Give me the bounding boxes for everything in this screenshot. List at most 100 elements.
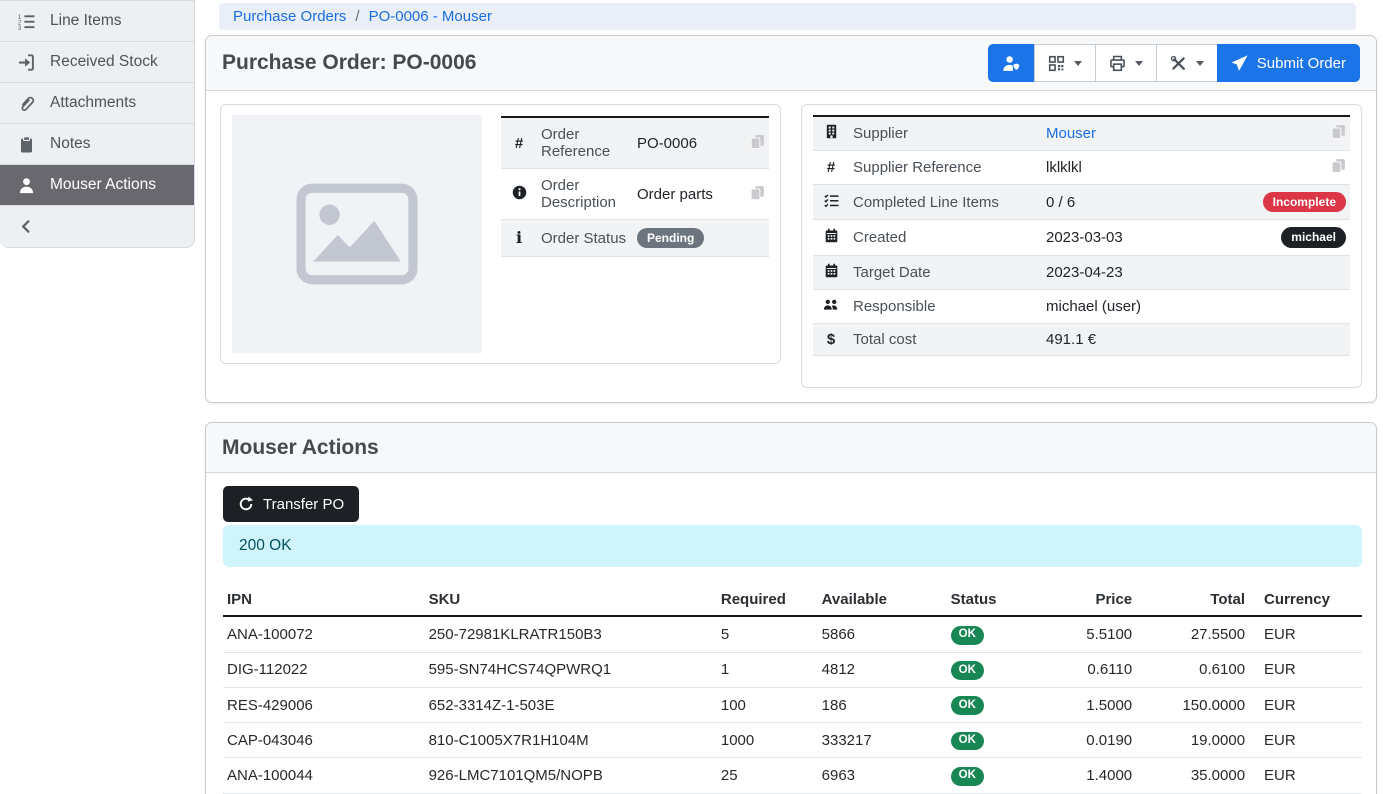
- chevron-down-icon: [1196, 61, 1204, 66]
- submit-order-button[interactable]: Submit Order: [1217, 44, 1360, 82]
- cell-price: 5.5100: [1058, 616, 1137, 652]
- building-icon: [824, 126, 839, 143]
- table-row: ANA-100072 250-72981KLRATR150B3 5 5866 O…: [223, 616, 1362, 652]
- row-value: 0 / 6: [1042, 185, 1252, 220]
- breadcrumb: Purchase Orders / PO-0006 - Mouser: [219, 3, 1356, 30]
- mouser-actions-panel-body: Transfer PO 200 OK IPN SKU Required Avai…: [206, 473, 1376, 794]
- clipboard-icon: [17, 135, 35, 153]
- table-header-row: IPN SKU Required Available Status Price …: [223, 586, 1362, 616]
- list-check-icon: [824, 195, 839, 212]
- purchase-order-panel-body: # Order Reference PO-0006 Order Descript…: [206, 91, 1376, 402]
- row-value: 2023-04-23: [1042, 255, 1252, 289]
- cell-total: 0.6100: [1136, 652, 1249, 687]
- sidebar-collapse-button[interactable]: [0, 206, 194, 247]
- table-row: DIG-112022 595-SN74HCS74QPWRQ1 1 4812 OK…: [223, 652, 1362, 687]
- row-label: Responsible: [849, 289, 1042, 323]
- cell-available: 4812: [818, 652, 947, 687]
- copy-icon[interactable]: [750, 134, 765, 149]
- sidebar-item-attachments[interactable]: Attachments: [0, 83, 194, 124]
- row-value: michael (user): [1042, 289, 1252, 323]
- cell-ipn: ANA-100072: [223, 616, 425, 652]
- row-label: Total cost: [849, 323, 1042, 355]
- table-row: # Order Reference PO-0006: [501, 117, 769, 169]
- sidebar-item-mouser-actions[interactable]: Mouser Actions: [0, 165, 194, 206]
- transfer-po-button[interactable]: Transfer PO: [223, 486, 359, 522]
- table-row: Responsible michael (user): [813, 289, 1350, 323]
- mouser-actions-panel-header: Mouser Actions: [206, 423, 1376, 473]
- barcode-dropdown-button[interactable]: [1034, 44, 1096, 82]
- cell-ipn: RES-429006: [223, 687, 425, 722]
- table-row: Supplier Mouser: [813, 116, 1350, 151]
- svg-text:3: 3: [18, 26, 22, 30]
- dollar-icon: $: [827, 331, 835, 348]
- supplier-link[interactable]: Mouser: [1046, 125, 1096, 142]
- hashtag-icon: #: [515, 135, 523, 152]
- order-info-table: # Order Reference PO-0006 Order Descript…: [501, 116, 769, 257]
- cell-sku: 926-LMC7101QM5/NOPB: [425, 758, 717, 793]
- cell-sku: 652-3314Z-1-503E: [425, 687, 717, 722]
- col-sku: SKU: [425, 586, 717, 616]
- cell-currency: EUR: [1249, 758, 1362, 793]
- supplier-info-table: Supplier Mouser # Supplier Reference lkl…: [813, 115, 1350, 377]
- submit-order-label: Submit Order: [1257, 55, 1346, 72]
- wrench-icon: [1170, 55, 1187, 72]
- row-value: 491.1 €: [1042, 323, 1252, 355]
- cell-total: 35.0000: [1136, 758, 1249, 793]
- copy-icon[interactable]: [750, 185, 765, 200]
- table-row: # Supplier Reference lklklkl: [813, 151, 1350, 185]
- tools-dropdown-button[interactable]: [1156, 44, 1218, 82]
- cell-required: 25: [717, 758, 818, 793]
- sidebar-item-line-items[interactable]: 123 Line Items: [0, 1, 194, 42]
- order-info-card: # Order Reference PO-0006 Order Descript…: [220, 104, 781, 364]
- copy-icon[interactable]: [1331, 158, 1346, 173]
- row-label: Supplier Reference: [849, 151, 1042, 185]
- cell-ipn: DIG-112022: [223, 652, 425, 687]
- table-row: $ Total cost 491.1 €: [813, 323, 1350, 355]
- status-badge: OK: [951, 661, 984, 680]
- cell-available: 186: [818, 687, 947, 722]
- sidebar-item-label: Line Items: [50, 12, 122, 30]
- cell-total: 27.5500: [1136, 616, 1249, 652]
- col-required: Required: [717, 586, 818, 616]
- cell-sku: 595-SN74HCS74QPWRQ1: [425, 652, 717, 687]
- list-ol-icon: 123: [17, 12, 35, 30]
- admin-user-button[interactable]: [988, 44, 1035, 82]
- table-row: RES-429006 652-3314Z-1-503E 100 186 OK 1…: [223, 687, 1362, 722]
- table-row: Target Date 2023-04-23: [813, 255, 1350, 289]
- print-dropdown-button[interactable]: [1095, 44, 1157, 82]
- cell-price: 1.4000: [1058, 758, 1137, 793]
- user-icon: [17, 176, 35, 194]
- breadcrumb-link-purchase-orders[interactable]: Purchase Orders: [233, 8, 346, 25]
- cell-available: 6963: [818, 758, 947, 793]
- cell-price: 0.0190: [1058, 723, 1137, 758]
- row-label: Created: [849, 220, 1042, 255]
- table-row: ANA-100044 926-LMC7101QM5/NOPB 25 6963 O…: [223, 758, 1362, 793]
- copy-icon[interactable]: [1331, 124, 1346, 139]
- row-value: lklklkl: [1042, 151, 1252, 185]
- cell-required: 1000: [717, 723, 818, 758]
- cell-required: 5: [717, 616, 818, 652]
- app-root: 123 Line Items Received Stock Attachment…: [0, 0, 1383, 794]
- row-label: Order Status: [537, 220, 633, 257]
- cell-required: 100: [717, 687, 818, 722]
- paperclip-icon: [17, 94, 35, 112]
- cell-price: 0.6110: [1058, 652, 1137, 687]
- row-label: Completed Line Items: [849, 185, 1042, 220]
- row-label: Target Date: [849, 255, 1042, 289]
- supplier-info-card: Supplier Mouser # Supplier Reference lkl…: [801, 104, 1362, 388]
- row-value: Order parts: [633, 169, 739, 220]
- sidebar-item-received-stock[interactable]: Received Stock: [0, 42, 194, 83]
- table-row: CAP-043046 810-C1005X7R1H104M 1000 33321…: [223, 723, 1362, 758]
- cell-currency: EUR: [1249, 652, 1362, 687]
- sidebar-item-notes[interactable]: Notes: [0, 124, 194, 165]
- sidebar-item-label: Attachments: [50, 94, 136, 112]
- chevron-down-icon: [1074, 61, 1082, 66]
- chevron-left-icon: [17, 218, 35, 236]
- breadcrumb-link-current[interactable]: PO-0006 - Mouser: [369, 8, 492, 25]
- row-value: PO-0006: [633, 117, 739, 169]
- row-label: Supplier: [849, 116, 1042, 151]
- page-title: Purchase Order: PO-0006: [222, 51, 476, 75]
- cell-currency: EUR: [1249, 723, 1362, 758]
- cell-currency: EUR: [1249, 616, 1362, 652]
- cell-ipn: CAP-043046: [223, 723, 425, 758]
